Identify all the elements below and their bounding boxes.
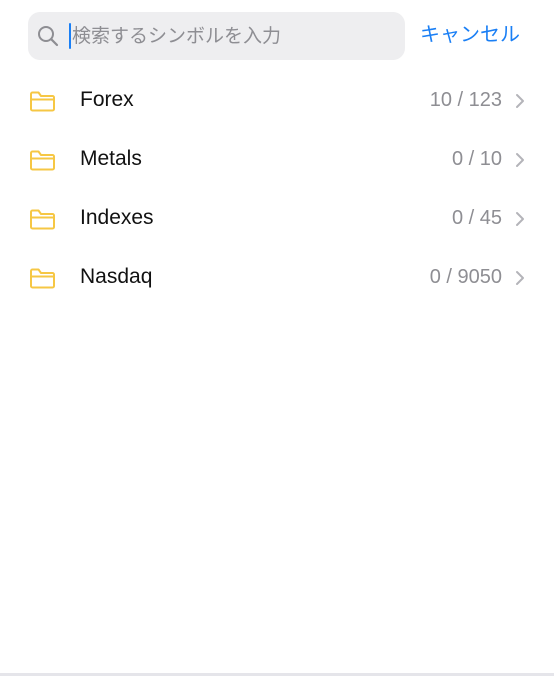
chevron-right-icon: [516, 94, 524, 108]
folder-label: Metals: [80, 147, 142, 170]
search-icon: [38, 26, 59, 47]
folder-count: 0 / 9050: [429, 266, 502, 288]
folder-icon: [30, 268, 55, 289]
folder-count: 10 / 123: [429, 89, 502, 111]
folder-count: 0 / 10: [451, 148, 502, 170]
folder-row-forex[interactable]: Forex 10 / 123: [0, 71, 554, 130]
folder-icon: [30, 91, 55, 112]
folder-row-nasdaq[interactable]: Nasdaq 0 / 9050: [0, 248, 554, 307]
search-input[interactable]: [72, 12, 392, 60]
folder-label: Nasdaq: [80, 265, 153, 288]
folder-label: Forex: [80, 88, 134, 111]
search-bar[interactable]: [28, 12, 405, 60]
folder-icon: [30, 150, 55, 171]
chevron-right-icon: [516, 212, 524, 226]
folder-label: Indexes: [80, 206, 154, 229]
chevron-right-icon: [516, 271, 524, 285]
cancel-button[interactable]: キャンセル: [420, 18, 520, 47]
folder-icon: [30, 209, 55, 230]
chevron-right-icon: [516, 153, 524, 167]
folder-list: Forex 10 / 123 Metals 0 / 10 Indexes 0 /…: [0, 71, 554, 307]
folder-row-metals[interactable]: Metals 0 / 10: [0, 130, 554, 189]
text-cursor: [69, 23, 71, 49]
folder-count: 0 / 45: [451, 207, 502, 229]
folder-row-indexes[interactable]: Indexes 0 / 45: [0, 189, 554, 248]
